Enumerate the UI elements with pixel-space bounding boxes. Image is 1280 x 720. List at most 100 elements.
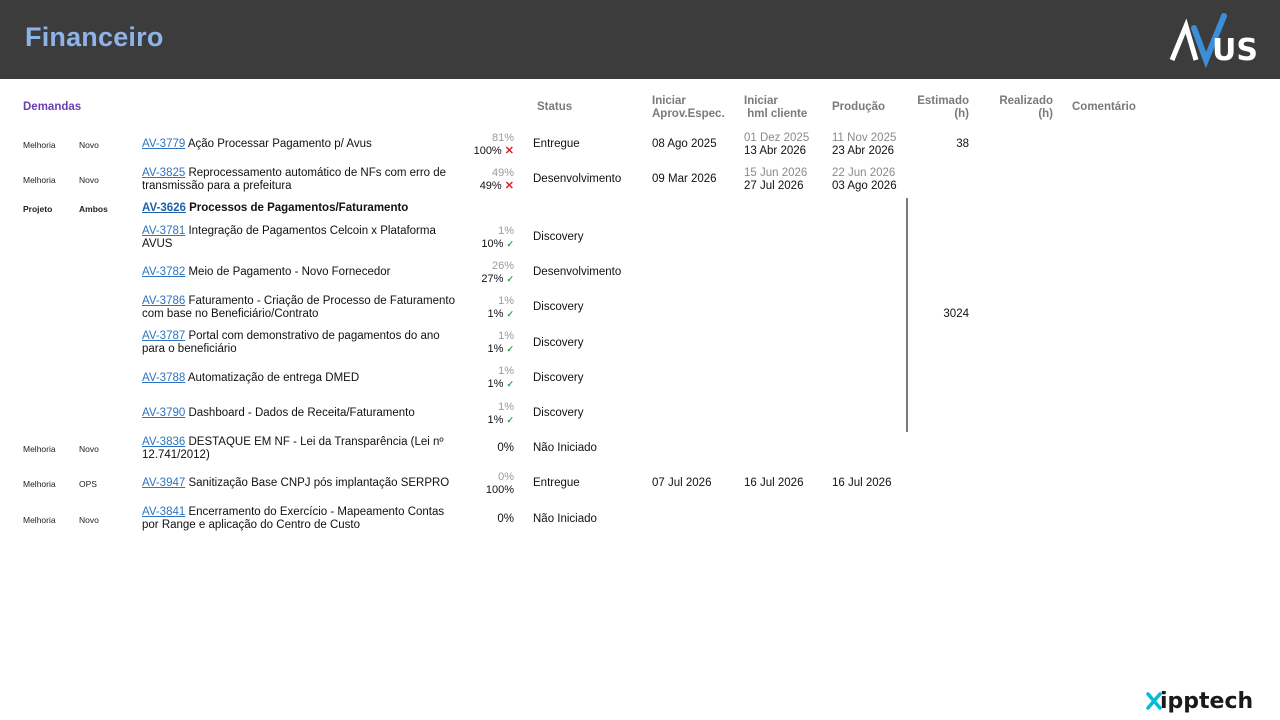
row-origem: Novo (79, 515, 99, 525)
xipptech-logo: ipptech (1146, 689, 1253, 714)
row-desc-text: Ação Processar Pagamento p/ Avus (187, 138, 372, 150)
row-origem: Ambos (79, 204, 108, 214)
demand-link[interactable]: AV-3947 (142, 477, 185, 489)
progress-planned: 1% (498, 365, 514, 377)
col-comentario: Comentário (1072, 101, 1136, 113)
row-description: AV-3836 DESTAQUE EM NF - Lei da Transpar… (142, 436, 460, 462)
row-hml-planned: 15 Jun 2026 (744, 167, 808, 179)
row-aprov-date: 07 Jul 2026 (652, 477, 712, 489)
progress-values: 1% 1% ✓ (454, 401, 514, 427)
progress-planned: 1% (498, 225, 514, 237)
col-realizado-line2: (h) (1038, 108, 1053, 120)
progress-values: 1% 10% ✓ (454, 225, 514, 251)
on-track-check-icon: ✓ (506, 239, 514, 249)
row-status: Discovery (533, 407, 584, 419)
row-status: Discovery (533, 301, 584, 313)
demand-link[interactable]: AV-3841 (142, 506, 185, 518)
progress-actual: 1% (487, 414, 504, 426)
row-description: AV-3841 Encerramento do Exercício - Mape… (142, 506, 460, 532)
row-status: Discovery (533, 337, 584, 349)
progress-actual: 1% (487, 343, 504, 355)
demand-link[interactable]: AV-3825 (142, 167, 185, 179)
row-desc-text: Reprocessamento automático de NFs com er… (142, 167, 447, 192)
row-status: Discovery (533, 231, 584, 243)
row-hml-actual: 13 Abr 2026 (744, 145, 807, 157)
demand-link[interactable]: AV-3779 (142, 138, 185, 150)
demand-link[interactable]: AV-3836 (142, 436, 185, 448)
row-desc-text: Sanitização Base CNPJ pós implantação SE… (188, 477, 450, 489)
row-description: AV-3626 Processos de Pagamentos/Faturame… (142, 202, 460, 215)
progress-planned: 1% (498, 295, 514, 307)
avus-logo: US (1169, 13, 1258, 68)
row-hml-planned: 01 Dez 2025 (744, 132, 810, 144)
progress-actual: 0% (497, 442, 514, 454)
row-desc-text: Meio de Pagamento - Novo Fornecedor (188, 266, 391, 278)
progress-actual: 27% (481, 273, 504, 285)
row-estimado: 38 (956, 138, 969, 150)
progress-values: 81% 100% ✕ (454, 132, 514, 158)
demand-link[interactable]: AV-3790 (142, 407, 185, 419)
demand-link[interactable]: AV-3786 (142, 295, 185, 307)
row-description: AV-3947 Sanitização Base CNPJ pós implan… (142, 477, 460, 490)
row-description: AV-3790 Dashboard - Dados de Receita/Fat… (142, 407, 460, 420)
row-origem: Novo (79, 140, 99, 150)
row-status: Entregue (533, 138, 580, 150)
page-header: Financeiro US (0, 0, 1280, 79)
row-description: AV-3779 Ação Processar Pagamento p/ Avus (142, 138, 460, 151)
col-realizado: Realizado (h) (984, 95, 1053, 121)
progress-values: 1% 1% ✓ (454, 365, 514, 391)
row-origem: OPS (79, 479, 97, 489)
row-description: AV-3825 Reprocessamento automático de NF… (142, 167, 460, 193)
row-origem: Novo (79, 175, 99, 185)
on-track-check-icon: ✓ (506, 309, 514, 319)
demand-link[interactable]: AV-3788 (142, 372, 185, 384)
progress-values: 49% 49% ✕ (454, 167, 514, 193)
late-x-icon: ✕ (504, 145, 514, 157)
row-description: AV-3782 Meio de Pagamento - Novo Fornece… (142, 266, 460, 279)
progress-values: 0% 100% (454, 471, 514, 497)
row-tipo: Melhoria (23, 140, 56, 150)
row-prod-actual: 23 Abr 2026 (832, 145, 895, 157)
progress-actual: 100% (485, 484, 514, 496)
row-status: Não Iniciado (533, 442, 597, 454)
col-iniciar-aprov-line2: Aprov.Espec. (652, 108, 725, 120)
row-description: AV-3787 Portal com demonstrativo de paga… (142, 330, 460, 356)
demand-link[interactable]: AV-3787 (142, 330, 185, 342)
page-title: Financeiro (25, 22, 164, 52)
on-track-check-icon: ✓ (506, 415, 514, 425)
project-group-divider (906, 198, 908, 432)
col-iniciar-aprov: Iniciar Aprov.Espec. (652, 95, 725, 121)
row-desc-text: Faturamento - Criação de Processo de Fat… (142, 295, 456, 320)
progress-actual: 49% (479, 180, 502, 192)
col-status: Status (537, 101, 573, 113)
progress-actual: 0% (497, 513, 514, 525)
progress-planned: 81% (491, 132, 514, 144)
progress-actual: 10% (481, 238, 504, 250)
row-prod-planned: 11 Nov 2025 (832, 132, 897, 144)
progress-planned: 0% (498, 471, 514, 483)
row-desc-text: Automatização de entrega DMED (187, 372, 360, 384)
row-desc-text: Encerramento do Exercício - Mapeamento C… (142, 506, 445, 531)
progress-values: 1% 1% ✓ (454, 295, 514, 321)
col-demandas: Demandas (23, 101, 82, 113)
progress-actual: 1% (487, 308, 504, 320)
row-desc-text: Processos de Pagamentos/Faturamento (189, 202, 409, 214)
col-estimado-line2: (h) (954, 108, 969, 120)
row-desc-text: Portal com demonstrativo de pagamentos d… (142, 330, 440, 355)
late-x-icon: ✕ (504, 180, 514, 192)
progress-planned: 1% (498, 401, 514, 413)
row-prod-date: 16 Jul 2026 (832, 477, 892, 489)
col-iniciar-hml-line2: hml cliente (747, 108, 808, 120)
on-track-check-icon: ✓ (506, 344, 514, 354)
project-link[interactable]: AV-3626 (142, 202, 186, 214)
row-status: Desenvolvimento (533, 173, 622, 185)
col-producao: Produção (832, 101, 886, 113)
progress-actual: 100% (473, 145, 502, 157)
row-aprov-date: 09 Mar 2026 (652, 173, 717, 185)
row-status: Discovery (533, 372, 584, 384)
row-origem: Novo (79, 444, 99, 454)
demand-link[interactable]: AV-3781 (142, 225, 185, 237)
demand-link[interactable]: AV-3782 (142, 266, 185, 278)
col-iniciar-hml-line1: Iniciar (744, 95, 778, 107)
row-tipo: Projeto (23, 204, 53, 214)
